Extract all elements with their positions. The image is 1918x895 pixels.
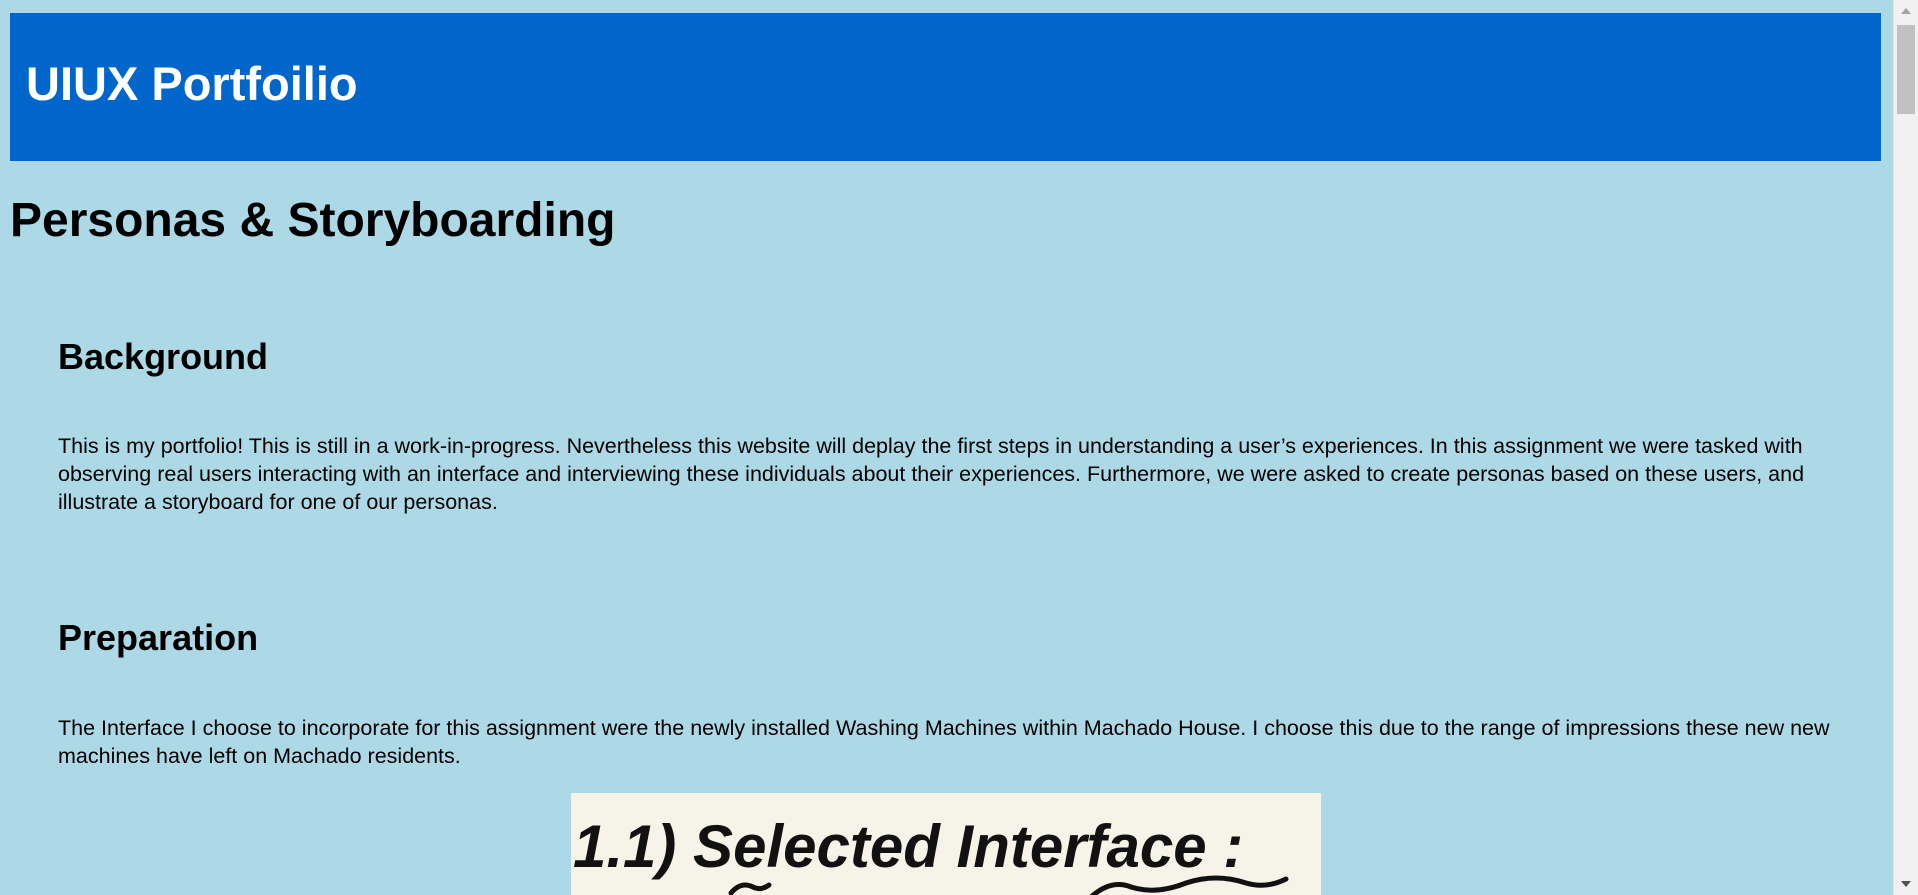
section-heading-background: Background (58, 336, 269, 377)
vertical-scrollbar[interactable] (1893, 0, 1918, 895)
scroll-down-button[interactable] (1894, 873, 1918, 895)
section-text-background: This is my portfolio! This is still in a… (58, 434, 1805, 514)
site-title: UIUX Portfoilio (26, 57, 358, 110)
sketch-stroke (728, 882, 772, 895)
page-viewport: UIUX Portfoilio Personas & Storyboarding… (0, 0, 1893, 895)
scroll-up-button[interactable] (1894, 0, 1918, 22)
chevron-up-icon (1901, 8, 1911, 14)
chevron-down-icon (1901, 881, 1911, 887)
scrollbar-thumb[interactable] (1897, 25, 1915, 114)
sketch-stroke (1089, 875, 1289, 895)
site-header: UIUX Portfoilio (10, 13, 1881, 161)
sketch-handwriting: 1.1) Selected Interface : (573, 813, 1243, 880)
section-text-preparation: The Interface I choose to incorporate fo… (58, 716, 1830, 768)
section-heading-preparation: Preparation (58, 617, 259, 658)
handwritten-sketch-image: 1.1) Selected Interface : (571, 793, 1321, 895)
page-title: Personas & Storyboarding (10, 194, 616, 247)
sketch-drawing: 1.1) Selected Interface : (573, 813, 1289, 895)
